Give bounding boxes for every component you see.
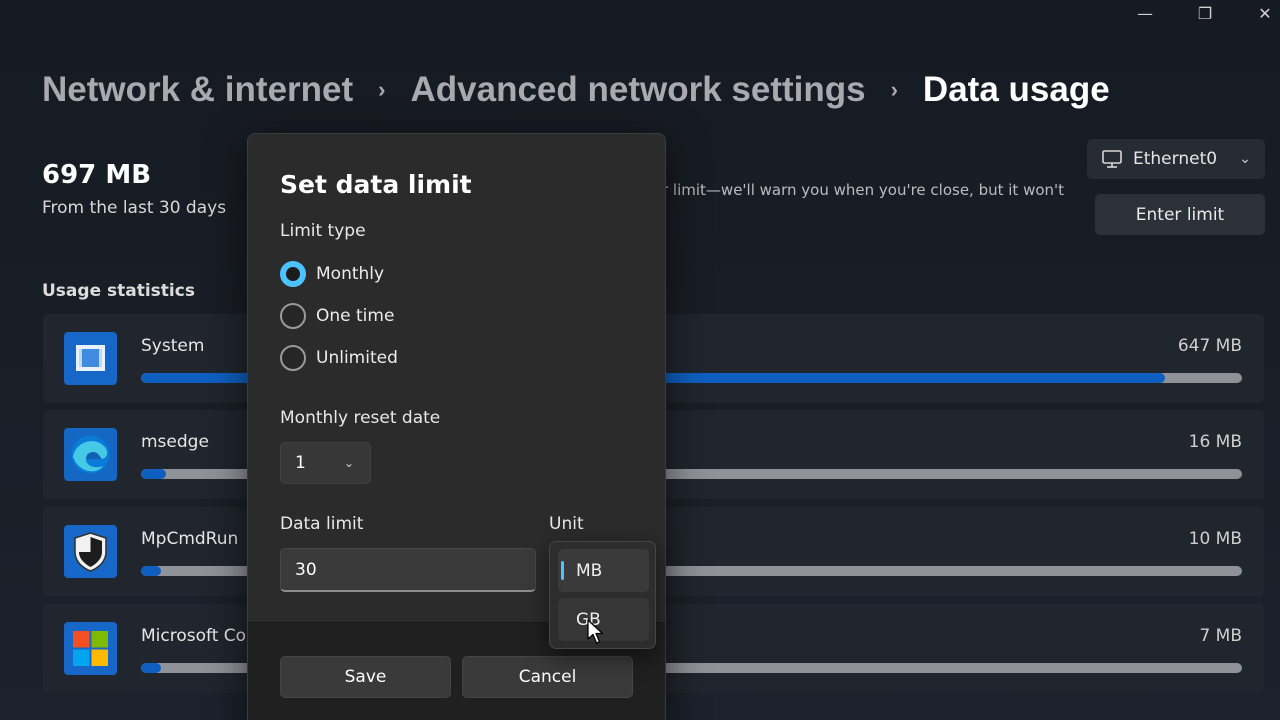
app-usage-amount: 10 MB (1188, 529, 1242, 549)
radio-label-one-time: One time (316, 306, 395, 326)
save-button[interactable]: Save (280, 656, 451, 698)
app-name: System (141, 336, 205, 356)
limit-description: r limit—we'll warn you when you're close… (662, 181, 1065, 199)
chevron-right-icon: › (890, 77, 898, 102)
reset-date-value: 1 (295, 453, 306, 473)
usage-progress-fill (141, 566, 161, 576)
restore-icon: ❐ (1197, 3, 1213, 23)
app-usage-amount: 7 MB (1199, 626, 1242, 646)
app-name: Microsoft Co (141, 626, 247, 646)
unit-label: Unit (549, 514, 584, 534)
system-icon (64, 332, 117, 385)
radio-unlimited[interactable]: Unlimited (280, 345, 398, 371)
network-adapter-label: Ethernet0 (1133, 149, 1218, 169)
microsoft-logo-icon (64, 622, 117, 675)
minimize-button[interactable]: — (1115, 0, 1175, 26)
radio-button[interactable] (280, 303, 306, 329)
edge-icon (64, 428, 117, 481)
radio-label-unlimited: Unlimited (316, 348, 398, 368)
limit-type-label: Limit type (280, 221, 366, 241)
network-adapter-dropdown[interactable]: Ethernet0 ⌄ (1087, 139, 1265, 179)
close-icon: ✕ (1258, 3, 1272, 23)
chevron-right-icon: › (378, 77, 386, 102)
unit-option-mb[interactable]: MB (558, 549, 649, 592)
usage-progress-fill (141, 663, 161, 673)
data-limit-input[interactable]: 30 (280, 548, 536, 592)
breadcrumb-network-internet[interactable]: Network & internet (42, 70, 353, 110)
close-button[interactable]: ✕ (1235, 0, 1280, 26)
data-limit-label: Data limit (280, 514, 364, 534)
enter-limit-button[interactable]: Enter limit (1095, 194, 1265, 235)
usage-period: From the last 30 days (42, 198, 227, 218)
radio-button-checked[interactable] (280, 261, 306, 287)
app-usage-amount: 16 MB (1188, 432, 1242, 452)
radio-label-monthly: Monthly (316, 264, 385, 284)
chevron-down-icon: ⌄ (1239, 151, 1251, 167)
page-title: Data usage (922, 70, 1110, 109)
reset-date-label: Monthly reset date (280, 408, 441, 428)
unit-option-mb-label: MB (576, 560, 603, 581)
total-usage: 697 MB (42, 160, 152, 190)
radio-monthly[interactable]: Monthly (280, 261, 384, 287)
reset-date-dropdown[interactable]: 1 ⌄ (280, 442, 371, 484)
defender-shield-icon (64, 525, 117, 578)
minimize-icon: — (1137, 3, 1153, 23)
radio-one-time[interactable]: One time (280, 303, 394, 329)
dialog-title: Set data limit (280, 170, 472, 199)
restore-button[interactable]: ❐ (1175, 0, 1235, 26)
cancel-button[interactable]: Cancel (462, 656, 633, 698)
usage-statistics-heading: Usage statistics (42, 281, 195, 301)
app-usage-amount: 647 MB (1177, 336, 1242, 356)
monitor-network-icon (1102, 150, 1122, 168)
breadcrumb-advanced-network-settings[interactable]: Advanced network settings (410, 70, 865, 110)
mouse-pointer-icon (587, 619, 604, 644)
breadcrumb: Network & internet › Advanced network se… (42, 68, 1110, 112)
radio-button[interactable] (280, 345, 306, 371)
app-name: MpCmdRun (141, 529, 239, 549)
selection-indicator (561, 561, 564, 580)
chevron-down-icon: ⌄ (343, 456, 354, 470)
usage-progress-fill (141, 469, 167, 479)
app-name: msedge (141, 432, 209, 452)
